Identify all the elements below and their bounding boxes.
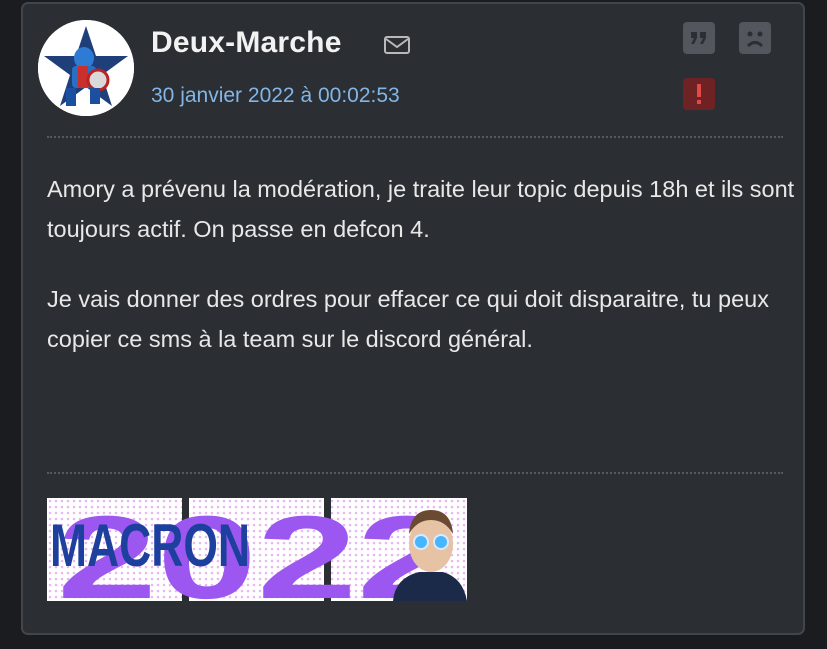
signature-word: MACRON: [50, 512, 250, 579]
author-name[interactable]: Deux-Marche: [151, 26, 342, 60]
quote-icon: [691, 32, 706, 44]
exclamation-icon: [697, 84, 701, 104]
signature-divider: [47, 472, 783, 474]
sad-face-button[interactable]: [739, 22, 771, 54]
sad-face-icon: [739, 22, 771, 54]
envelope-icon[interactable]: [383, 34, 411, 56]
signature-banner: 2022 MACRON: [47, 498, 467, 601]
post-date[interactable]: 30 janvier 2022 à 00:02:53: [151, 84, 400, 108]
header-divider: [47, 136, 783, 138]
post-message: Amory a prévenu la modération, je traite…: [47, 169, 797, 389]
avatar[interactable]: [38, 20, 134, 116]
message-paragraph: Je vais donner des ordres pour effacer c…: [47, 286, 769, 352]
quote-button[interactable]: [683, 22, 715, 54]
report-button[interactable]: [683, 78, 715, 110]
forum-post: Deux-Marche 30 janvier 2022 à 00:02:53 A…: [21, 2, 805, 635]
message-paragraph: Amory a prévenu la modération, je traite…: [47, 176, 795, 242]
